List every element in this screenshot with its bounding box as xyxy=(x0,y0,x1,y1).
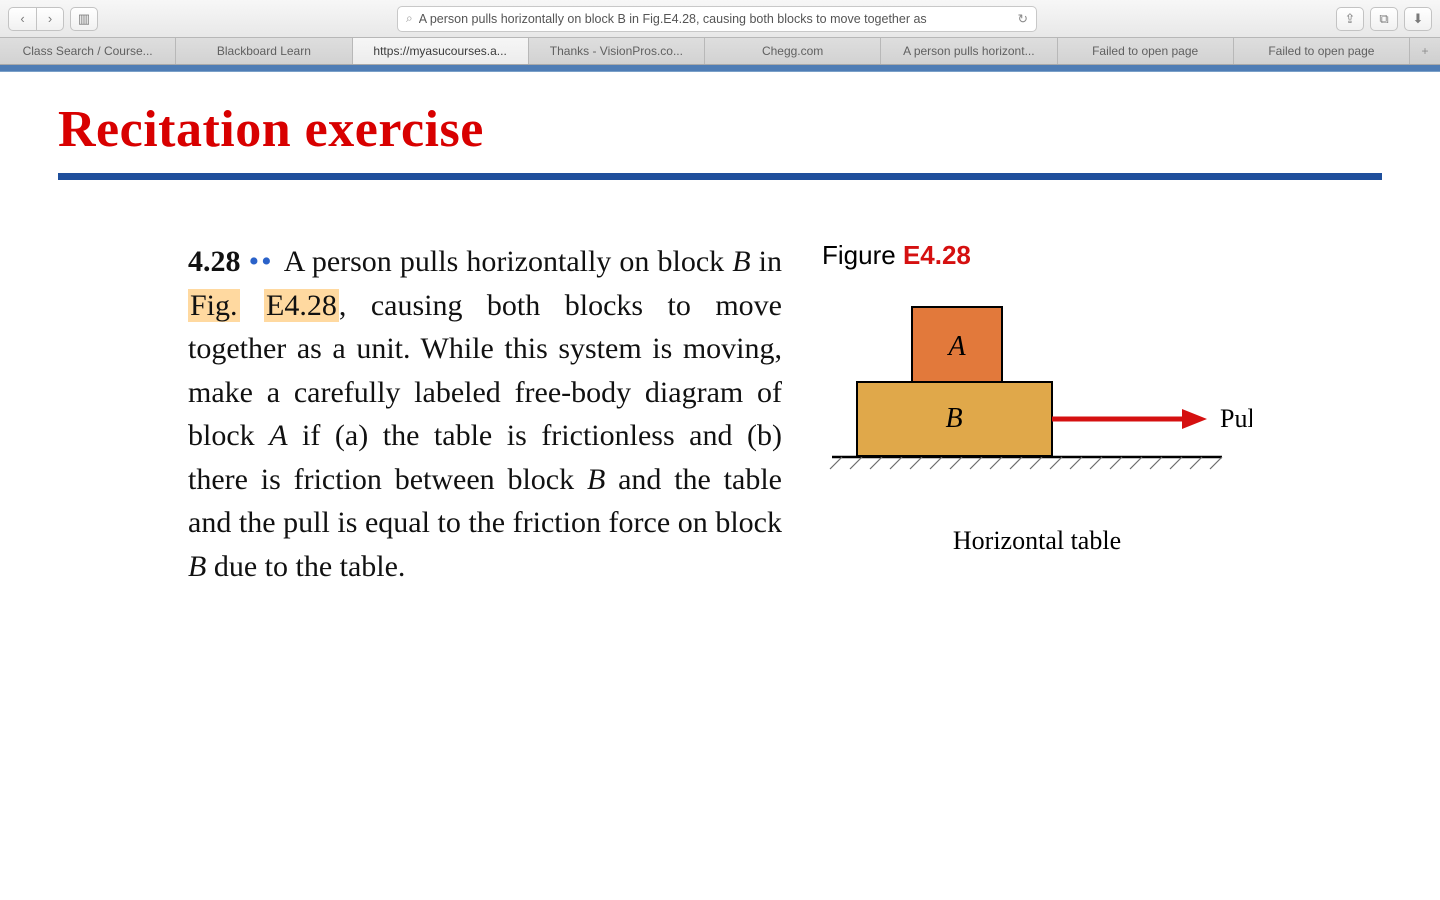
tab-bar: Class Search / Course... Blackboard Lear… xyxy=(0,38,1440,65)
var-A: A xyxy=(269,419,287,452)
problem-p2: in xyxy=(751,245,782,278)
figure-label-word: Figure xyxy=(822,240,896,270)
share-button[interactable]: ⇪ xyxy=(1336,7,1364,31)
toolbar-right-buttons: ⇪ ⧉ ⬇ xyxy=(1336,7,1432,31)
chevron-right-icon: › xyxy=(48,11,52,26)
tab-5[interactable]: A person pulls horizont... xyxy=(881,38,1057,64)
share-icon: ⇪ xyxy=(1345,11,1356,27)
sidebar-button[interactable]: ▥ xyxy=(70,7,98,31)
problem-text: 4.28 •• A person pulls horizontally on b… xyxy=(188,240,782,588)
chevron-left-icon: ‹ xyxy=(20,11,24,26)
var-B: B xyxy=(732,245,750,278)
window-accent-bar xyxy=(0,65,1440,72)
show-tabs-button[interactable]: ⧉ xyxy=(1370,7,1398,31)
page-content: Recitation exercise 4.28 •• A person pul… xyxy=(0,72,1440,900)
problem-p1: A person pulls horizontally on block xyxy=(284,245,733,278)
page-title: Recitation exercise xyxy=(58,100,1382,159)
title-rule xyxy=(58,173,1382,180)
address-text: A person pulls horizontally on block B i… xyxy=(419,12,927,26)
address-bar-wrap: ⌕ A person pulls horizontally on block B… xyxy=(104,6,1330,32)
highlight-fig: Fig. xyxy=(188,289,240,322)
tabs-icon: ⧉ xyxy=(1379,11,1388,27)
tab-7[interactable]: Failed to open page xyxy=(1234,38,1410,64)
new-tab-button[interactable]: + xyxy=(1410,38,1440,64)
var-B2: B xyxy=(587,463,605,496)
nav-back-forward: ‹ › xyxy=(8,7,64,31)
reload-button[interactable]: ↻ xyxy=(1018,11,1028,26)
tab-1[interactable]: Blackboard Learn xyxy=(176,38,352,64)
tab-4[interactable]: Chegg.com xyxy=(705,38,881,64)
tab-3[interactable]: Thanks - VisionPros.co... xyxy=(529,38,705,64)
problem-p6: due to the table. xyxy=(206,550,405,583)
tab-6[interactable]: Failed to open page xyxy=(1058,38,1234,64)
browser-toolbar: ‹ › ▥ ⌕ A person pulls horizontally on b… xyxy=(0,0,1440,38)
figure-column: Figure E4.28 xyxy=(822,240,1252,588)
address-bar[interactable]: ⌕ A person pulls horizontally on block B… xyxy=(397,6,1037,32)
tab-2[interactable]: https://myasucourses.a... xyxy=(353,38,529,64)
download-icon: ⬇ xyxy=(1413,11,1424,27)
figure-label: Figure E4.28 xyxy=(822,240,1252,271)
search-icon: ⌕ xyxy=(406,11,413,26)
figure-label-number: E4.28 xyxy=(903,240,971,270)
problem-number: 4.28 xyxy=(188,245,241,278)
back-button[interactable]: ‹ xyxy=(8,7,36,31)
block-B-label: B xyxy=(945,403,962,434)
block-A-label: A xyxy=(946,331,966,362)
sidebar-icon: ▥ xyxy=(78,11,90,27)
tab-0[interactable]: Class Search / Course... xyxy=(0,38,176,64)
var-B3: B xyxy=(188,550,206,583)
pull-label: Pull xyxy=(1220,404,1252,433)
content-row: 4.28 •• A person pulls horizontally on b… xyxy=(58,240,1382,588)
highlight-figno: E4.28 xyxy=(264,289,339,322)
figure-caption: Horizontal table xyxy=(822,526,1252,556)
figure-diagram: B A Pull xyxy=(822,287,1252,507)
forward-button[interactable]: › xyxy=(36,7,64,31)
downloads-button[interactable]: ⬇ xyxy=(1404,7,1432,31)
difficulty-dots-icon: •• xyxy=(249,245,284,278)
